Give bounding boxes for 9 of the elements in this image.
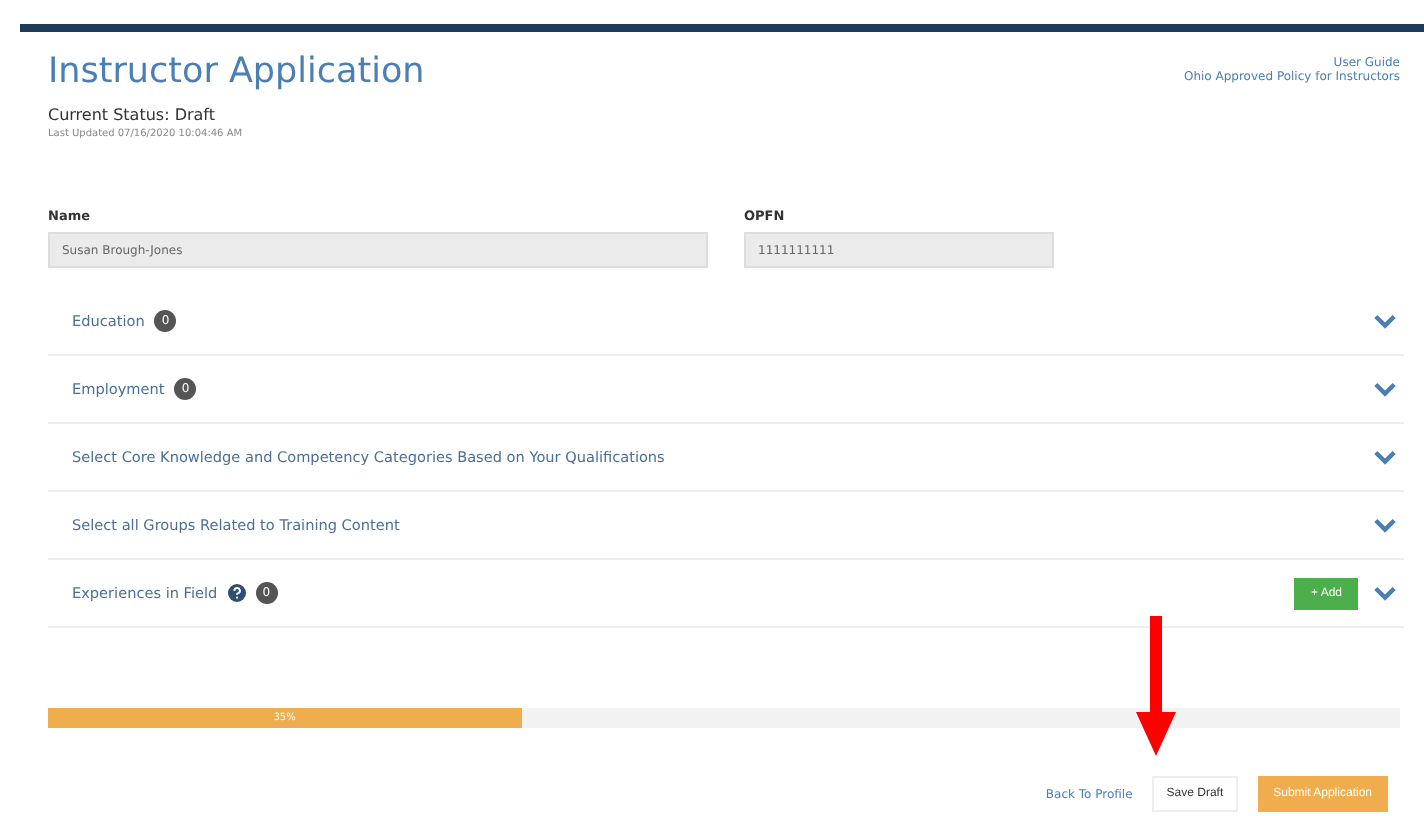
chevron-down-icon[interactable] (1374, 449, 1396, 465)
arrow-icon (1136, 616, 1176, 756)
status-text: Current Status: Draft (48, 106, 217, 124)
page-title: Instructor Application (48, 52, 425, 92)
help-icon[interactable] (227, 584, 246, 602)
chevron-down-icon[interactable] (1374, 585, 1396, 601)
chevron-down-icon[interactable] (1374, 517, 1396, 533)
chevron-down-icon[interactable] (1374, 313, 1396, 329)
chevron-down-icon[interactable] (1374, 381, 1396, 397)
